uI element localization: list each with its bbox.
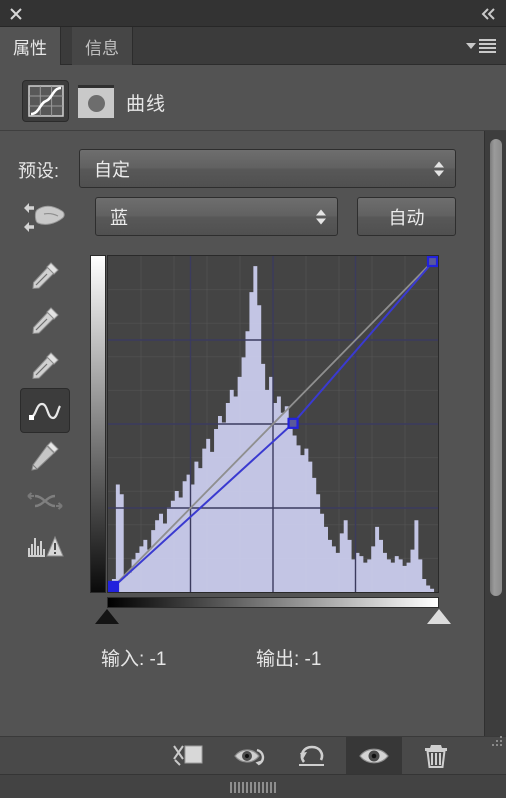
panel-resize-corner[interactable] bbox=[489, 734, 503, 748]
draw-pencil-curve-tool[interactable] bbox=[20, 433, 70, 478]
preview-previous-state-button[interactable] bbox=[222, 737, 278, 775]
channel-value: 蓝 bbox=[110, 207, 128, 228]
close-icon[interactable] bbox=[6, 4, 26, 24]
delete-adjustment-layer-button[interactable] bbox=[408, 737, 464, 775]
curves-graph-area bbox=[90, 255, 440, 595]
sample-white-point-eyedropper[interactable] bbox=[20, 343, 70, 388]
properties-panel: 属性 信息 曲线 预设: 自定 蓝 自动 输入: -1 输出: -1 bbox=[0, 0, 506, 798]
collapse-double-left-icon[interactable] bbox=[478, 4, 500, 24]
output-gradient-strip bbox=[90, 255, 106, 593]
clip-to-layer-button[interactable] bbox=[160, 737, 216, 775]
sample-gray-point-eyedropper[interactable] bbox=[20, 298, 70, 343]
stepper-arrows-icon bbox=[434, 161, 444, 176]
chevron-down-icon bbox=[466, 43, 476, 49]
stepper-arrows-icon bbox=[316, 209, 326, 224]
white-point-slider[interactable] bbox=[427, 609, 451, 624]
adjustment-header bbox=[0, 65, 506, 131]
reset-adjustment-button[interactable] bbox=[284, 737, 340, 775]
channel-select[interactable]: 蓝 bbox=[95, 197, 338, 236]
panel-body: 预设: 自定 蓝 自动 输入: -1 输出: -1 bbox=[0, 131, 506, 736]
toggle-layer-visibility-button[interactable] bbox=[346, 737, 402, 775]
scrollbar-thumb[interactable] bbox=[490, 139, 502, 596]
curve-readout-row: 输入: -1 输出: -1 bbox=[0, 644, 506, 674]
sample-black-point-eyedropper[interactable] bbox=[20, 253, 70, 298]
preset-select[interactable]: 自定 bbox=[79, 149, 456, 188]
mask-circle-icon bbox=[87, 94, 105, 112]
preset-row: 预设: 自定 bbox=[0, 149, 506, 189]
hamburger-icon bbox=[479, 39, 496, 53]
curves-adjustment-icon[interactable] bbox=[22, 80, 69, 122]
curves-display-options-icon[interactable] bbox=[20, 523, 70, 568]
input-value-readout: 输入: -1 bbox=[101, 649, 167, 670]
tab-properties-label: 属性 bbox=[13, 38, 47, 58]
black-point-slider[interactable] bbox=[95, 609, 119, 624]
curves-graph[interactable] bbox=[107, 255, 439, 593]
layer-mask-thumbnail[interactable] bbox=[78, 85, 114, 118]
smooth-curve-tool[interactable] bbox=[20, 478, 70, 523]
tab-properties[interactable]: 属性 bbox=[0, 27, 61, 65]
output-value-readout: 输出: -1 bbox=[256, 649, 322, 670]
on-image-adjustment-icon[interactable] bbox=[20, 200, 70, 234]
tab-info-label: 信息 bbox=[85, 38, 119, 58]
input-gradient-strip bbox=[107, 597, 439, 608]
edit-points-curve-tool[interactable] bbox=[20, 388, 70, 433]
tab-info[interactable]: 信息 bbox=[72, 27, 133, 65]
preset-label: 预设: bbox=[18, 161, 60, 181]
panel-vertical-scrollbar[interactable] bbox=[484, 131, 506, 736]
panel-bottom-toolbar bbox=[0, 734, 506, 775]
channel-row: 蓝 自动 bbox=[0, 196, 506, 238]
auto-button[interactable]: 自动 bbox=[357, 197, 456, 236]
preset-value: 自定 bbox=[94, 159, 130, 180]
panel-statusbar bbox=[0, 774, 506, 798]
panel-menu-icon[interactable] bbox=[466, 36, 500, 56]
curves-tool-column bbox=[16, 253, 74, 568]
auto-button-label: 自动 bbox=[388, 207, 425, 228]
page-title: 曲线 bbox=[126, 94, 167, 115]
panel-titlebar bbox=[0, 0, 506, 27]
panel-tabbar: 属性 信息 bbox=[0, 27, 506, 65]
resize-grip[interactable] bbox=[230, 782, 276, 793]
